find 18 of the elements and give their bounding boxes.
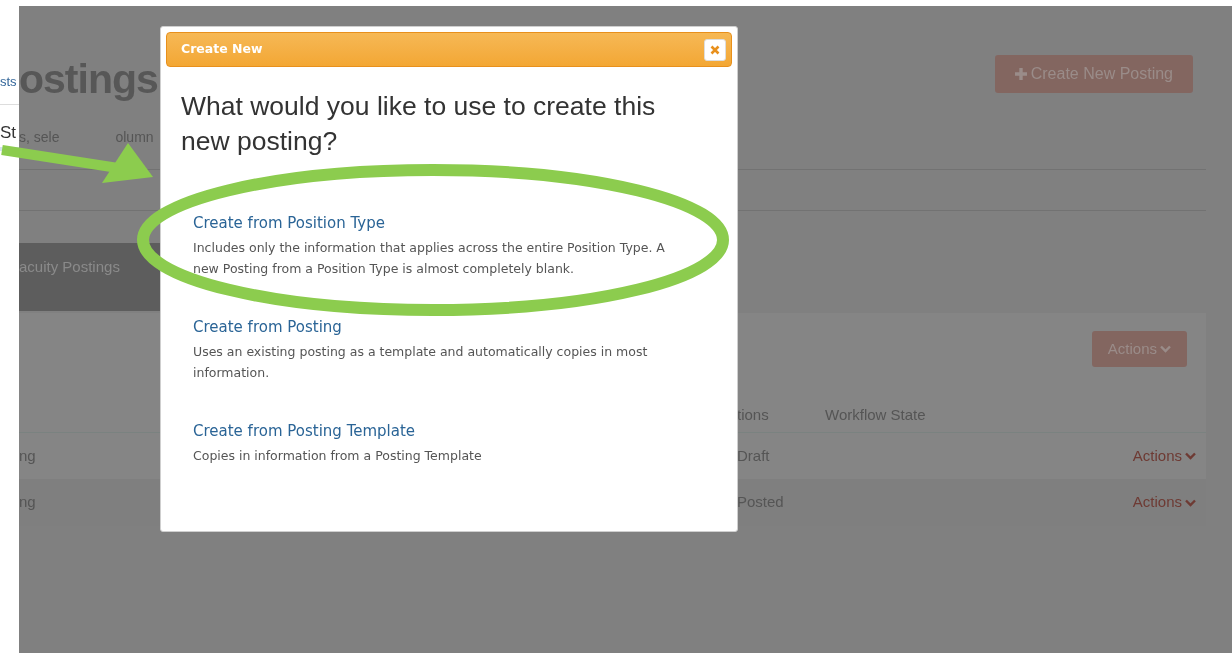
close-icon [710,44,720,55]
option-description: Includes only the information that applies across the entire Position Type. A new Posting from a Position Type is almost completely blank. [193,239,666,278]
create-option-link[interactable]: Create from Posting [193,315,342,339]
row-actions-link[interactable]: Actions [1132,491,1196,514]
chevron-down-icon [1185,498,1196,507]
breadcrumb-link[interactable]: sts [0,72,19,92]
chevron-down-icon [1185,452,1196,461]
plus-icon [1014,68,1027,80]
row-actions-link[interactable]: Actions [1132,444,1196,468]
tab-label: St [0,123,17,142]
option-description: Uses an existing posting as a template and automatically copies in most information. [193,343,649,382]
create-option-link[interactable]: Create from Posting Template [193,419,416,443]
dialog-question: What would you like to use to create this new posting? [181,90,657,158]
option-description: Copies in information from a Posting Template [193,447,483,465]
create-option-link[interactable]: Create from Position Type [193,211,385,235]
dialog-title: Create New [181,40,263,59]
chevron-down-icon [1160,345,1171,353]
close-button[interactable] [704,38,726,61]
